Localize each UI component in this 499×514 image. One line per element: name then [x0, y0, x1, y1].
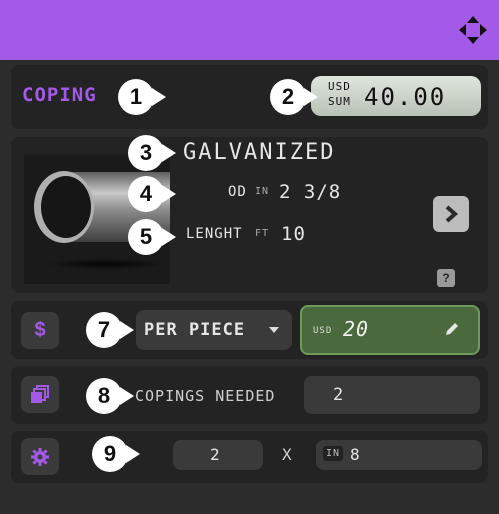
marker-4: 4 [128, 176, 176, 212]
material-name: GALVANIZED [183, 140, 336, 165]
od-label: OD [228, 184, 247, 200]
sum-currency: USD [328, 80, 351, 93]
price-currency: USD [313, 326, 333, 336]
layers-icon [31, 384, 49, 403]
gear-icon [31, 447, 49, 466]
length-unit: FT [255, 228, 270, 239]
od-unit: IN [255, 186, 270, 197]
copings-icon-button[interactable] [21, 376, 59, 413]
help-button[interactable]: ? [437, 269, 455, 287]
length-value: 10 [281, 223, 306, 245]
marker-8: 8 [86, 378, 134, 414]
sum-label: SUM [328, 95, 351, 108]
marker-5: 5 [128, 219, 176, 255]
dollar-icon: $ [34, 319, 46, 341]
dollar-button[interactable]: $ [21, 312, 59, 349]
price-value: 20 [343, 317, 370, 341]
help-icon: ? [442, 271, 450, 285]
times-label: X [282, 445, 293, 464]
marker-9: 9 [92, 436, 140, 472]
sum-value: 40.00 [364, 83, 447, 111]
od-value: 2 3/8 [279, 181, 342, 203]
copings-needed-value: 2 [333, 385, 345, 405]
header-bar [0, 0, 499, 60]
count-value: 2 [210, 445, 221, 464]
move-icon[interactable] [457, 14, 489, 46]
chevron-right-icon [445, 205, 459, 223]
size-value: 8 [350, 445, 361, 464]
copings-needed-input[interactable] [304, 376, 480, 414]
marker-2: 2 [270, 79, 318, 115]
chevron-down-icon [269, 327, 279, 333]
coping-label: COPING [22, 84, 97, 106]
marker-1: 1 [118, 79, 166, 115]
pencil-icon[interactable] [443, 320, 461, 338]
copings-needed-label: COPINGS NEEDED [135, 387, 276, 405]
settings-button[interactable] [21, 438, 59, 475]
length-label: LENGHT [186, 226, 243, 242]
marker-7: 7 [86, 312, 134, 348]
marker-3: 3 [128, 135, 176, 171]
next-button[interactable] [433, 196, 469, 232]
pricing-mode-value: PER PIECE [144, 320, 246, 340]
size-unit: IN [323, 446, 344, 461]
